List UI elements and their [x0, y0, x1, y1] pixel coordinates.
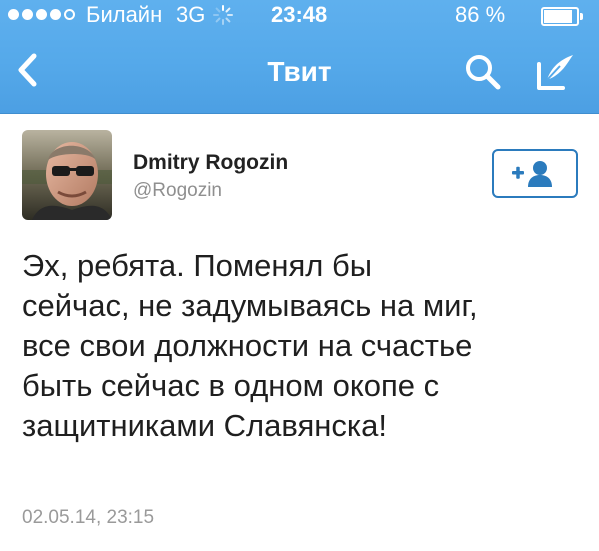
signal-dot	[64, 9, 75, 20]
tweet-text-line: быть сейчас в одном окопе с	[22, 368, 440, 403]
carrier-label: Билайн	[86, 2, 163, 27]
battery-level-fill	[544, 10, 572, 23]
signal-dot	[22, 9, 33, 20]
battery-percent: 86 %	[455, 2, 506, 27]
follow-button[interactable]	[492, 149, 578, 198]
search-icon	[466, 55, 501, 90]
tweet-text-line: защитниками Славянска!	[22, 408, 387, 443]
tweet-text-line: Эх, ребята. Поменял бы	[22, 248, 373, 283]
top-bar: Билайн 3G 23:48 86 % Твит	[0, 0, 599, 114]
tweet-timestamp: 02.05.14, 23:15	[22, 507, 155, 528]
search-button[interactable]	[463, 52, 503, 92]
battery-nub	[580, 13, 583, 20]
tweet-text: Эх, ребята. Поменял бы сейчас, не задумы…	[22, 246, 592, 446]
battery-icon	[541, 7, 583, 26]
activity-spinner-icon	[213, 5, 233, 25]
compose-icon	[537, 55, 573, 90]
avatar-photo	[22, 130, 112, 220]
tweet-text-line: сейчас, не задумываясь на миг,	[22, 288, 478, 323]
page-title: Твит	[267, 56, 332, 87]
signal-dot	[36, 9, 47, 20]
status-time: 23:48	[271, 2, 328, 27]
compose-button[interactable]	[533, 50, 577, 94]
signal-dot	[8, 9, 19, 20]
tweet-text-line: все свои должности на счастье	[22, 328, 473, 363]
navigation-bar: Твит	[0, 30, 599, 113]
network-type-label: 3G	[176, 2, 206, 27]
avatar[interactable]	[22, 130, 112, 220]
status-bar: Билайн 3G 23:48 86 %	[0, 0, 599, 30]
author-handle[interactable]: @Rogozin	[133, 180, 222, 202]
add-user-icon	[512, 161, 552, 187]
signal-strength-icon	[8, 9, 75, 20]
signal-dot	[50, 9, 61, 20]
author-name[interactable]: Dmitry Rogozin	[133, 151, 288, 175]
